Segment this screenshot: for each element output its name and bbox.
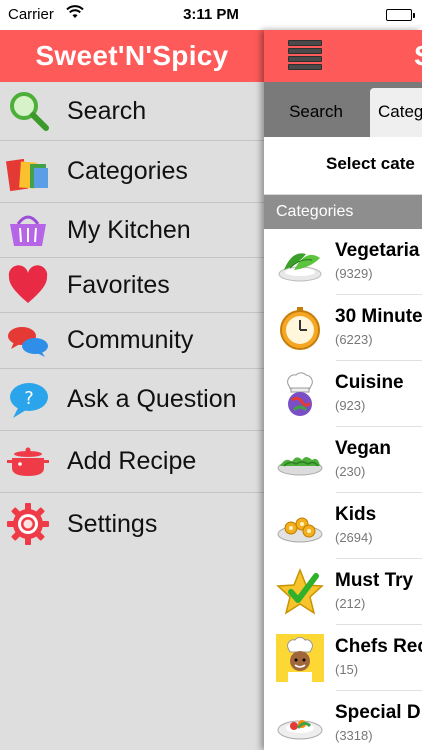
category-row-chefs-rec[interactable]: Chefs Rec (15) [264,625,422,691]
menu-list: Search Categories My Kitchen Favorites C… [0,82,264,555]
special-dish-icon [276,700,324,748]
category-row-cuisine[interactable]: Cuisine (923) [264,361,422,427]
menu-item-label: Favorites [67,270,170,299]
menu-item-label: Community [67,326,194,354]
menu-item-label: Settings [67,509,158,538]
category-count: (230) [335,464,366,479]
content-title: S [414,40,422,72]
category-count: (923) [335,398,366,413]
question-bubble-icon: ? [6,378,50,422]
menu-item-settings[interactable]: Settings [0,493,264,555]
menu-item-add-recipe[interactable]: Add Recipe [0,431,264,493]
category-name: Chefs Rec [335,636,422,657]
magnifier-icon [6,89,50,133]
category-row-kids[interactable]: Kids (2694) [264,493,422,559]
category-count: (9329) [335,266,373,281]
category-name: Must Try [335,570,414,591]
vegan-greens-icon [276,436,324,484]
categories-icon [6,150,50,194]
category-name: Cuisine [335,372,404,393]
category-name: Vegan [335,438,391,459]
svg-text:?: ? [24,388,34,409]
chat-bubbles-icon [6,319,50,363]
gear-icon [6,502,50,546]
select-category-row[interactable]: Select cate [264,137,422,195]
menu-item-ask-question[interactable]: ? Ask a Question [0,369,264,431]
clock-icon [276,304,324,352]
tab-search[interactable]: Search [264,88,368,137]
menu-item-favorites[interactable]: Favorites [0,258,264,313]
menu-item-community[interactable]: Community [0,313,264,369]
category-name: Kids [335,504,377,525]
hamburger-menu-icon[interactable] [288,40,322,72]
heart-icon [6,263,50,307]
category-row-special-d[interactable]: Special D (3318) [264,691,422,750]
tab-categories[interactable]: Categ [370,88,422,137]
tab-bar: Search Categ [264,82,422,137]
category-row-30-minute[interactable]: 30 Minute (6223) [264,295,422,361]
side-menu: Sweet'N'Spicy Search Categories My Kitch… [0,30,264,750]
category-count: (2694) [335,530,373,545]
star-check-icon [276,568,324,616]
app-title: Sweet'N'Spicy [0,30,264,82]
category-row-vegetarian[interactable]: Vegetaria (9329) [264,229,422,295]
basket-icon [6,208,50,252]
chef-hat-globe-icon [276,370,324,418]
cooking-pot-icon [6,440,50,484]
category-name: Vegetaria [335,240,420,261]
category-name: Special D [335,702,421,723]
kids-snacks-icon [276,502,324,550]
menu-item-label: My Kitchen [67,215,191,244]
menu-item-label: Ask a Question [67,385,237,413]
category-row-must-try[interactable]: Must Try (212) [264,559,422,625]
section-header: Categories [264,195,422,229]
category-name: 30 Minute [335,306,422,327]
category-count: (3318) [335,728,373,743]
vegetarian-salad-icon [276,238,324,286]
select-category-label: Select cate [326,154,415,173]
category-count: (6223) [335,332,373,347]
status-bar: Carrier 3:11 PM [0,0,422,30]
category-list: Vegetaria (9329) 30 Minute (6223) Cuisin… [264,229,422,750]
menu-item-search[interactable]: Search [0,82,264,141]
clock-time: 3:11 PM [183,6,239,23]
menu-item-label: Categories [67,157,188,185]
category-count: (15) [335,662,359,677]
content-header: S [264,30,422,82]
menu-item-label: Search [67,96,147,125]
content-panel: S Search Categ Select cate Categories Ve… [264,30,422,750]
category-count: (212) [335,596,366,611]
menu-item-categories[interactable]: Categories [0,141,264,203]
category-row-vegan[interactable]: Vegan (230) [264,427,422,493]
chef-icon [276,634,324,682]
menu-item-label: Add Recipe [67,447,197,475]
menu-item-my-kitchen[interactable]: My Kitchen [0,203,264,258]
battery-icon [386,9,415,21]
